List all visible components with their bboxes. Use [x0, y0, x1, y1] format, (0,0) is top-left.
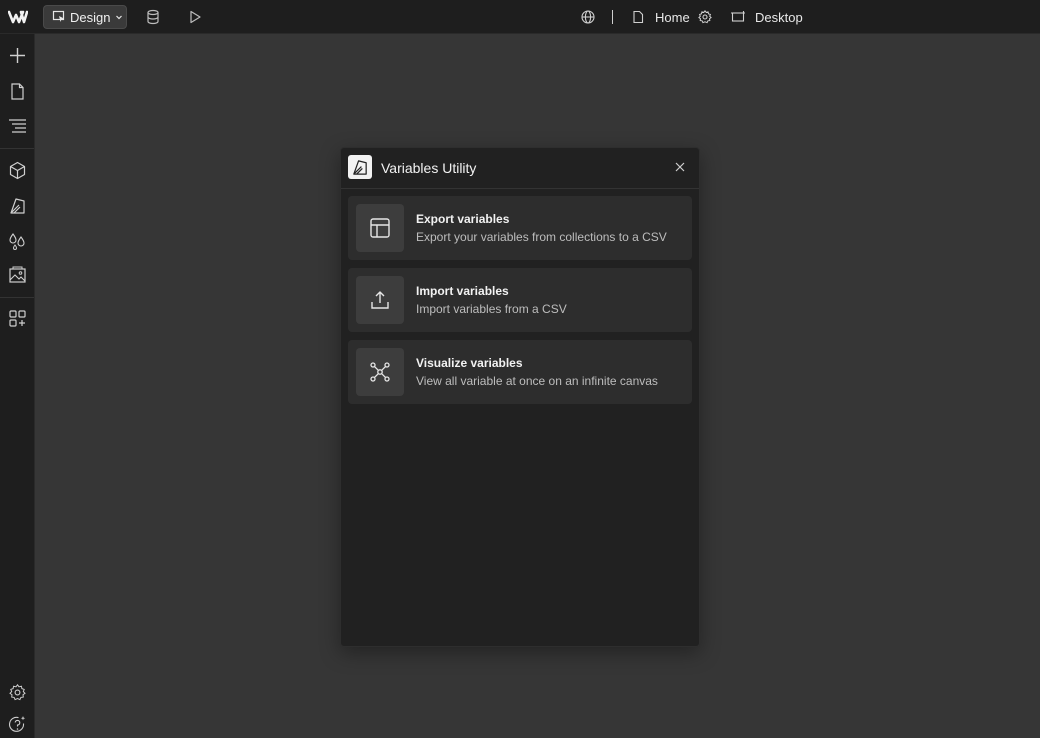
play-preview-icon[interactable] — [187, 9, 203, 25]
breakpoint-name: Desktop — [755, 9, 803, 25]
app-logo-icon — [348, 155, 372, 179]
add-elements-plus-icon[interactable] — [8, 46, 27, 65]
variables-icon[interactable] — [8, 196, 27, 215]
styles-drops-icon[interactable] — [8, 231, 27, 250]
close-icon[interactable] — [674, 161, 686, 173]
upload-icon — [356, 276, 404, 324]
page-settings-gear-icon[interactable] — [697, 9, 713, 25]
variables-utility-dialog: Variables Utility Export variables Expor… — [340, 147, 700, 647]
navigator-icon[interactable] — [8, 116, 27, 135]
card-title: Visualize variables — [416, 356, 523, 370]
database-icon[interactable] — [145, 9, 161, 25]
cursor-frame-icon — [52, 10, 65, 22]
card-description: View all variable at once on an infinite… — [416, 374, 658, 388]
card-description: Import variables from a CSV — [416, 302, 567, 316]
page-selector[interactable]: Home — [631, 0, 690, 34]
table-icon — [356, 204, 404, 252]
card-title: Export variables — [416, 212, 510, 226]
top-bar: Design Home Desktop — [0, 0, 1040, 34]
card-title: Import variables — [416, 284, 509, 298]
design-mode-button[interactable]: Design — [43, 5, 127, 29]
left-sidebar — [0, 34, 35, 738]
design-mode-label: Design — [70, 9, 111, 25]
components-cube-icon[interactable] — [8, 161, 27, 180]
card-description: Export your variables from collections t… — [416, 230, 667, 244]
apps-icon[interactable] — [8, 309, 27, 328]
dialog-title: Variables Utility — [381, 160, 477, 176]
dialog-header: Variables Utility — [341, 148, 699, 189]
pages-icon[interactable] — [8, 82, 27, 101]
page-icon — [633, 10, 644, 24]
webflow-logo-icon[interactable] — [8, 8, 28, 26]
sidebar-separator — [0, 148, 34, 149]
visualize-variables-card[interactable]: Visualize variables View all variable at… — [348, 340, 692, 404]
topbar-divider — [612, 10, 613, 24]
page-name: Home — [655, 9, 690, 25]
chevron-down-icon — [116, 15, 123, 20]
graph-icon — [356, 348, 404, 396]
sidebar-separator — [0, 297, 34, 298]
globe-icon[interactable] — [580, 9, 596, 25]
settings-gear-icon[interactable] — [8, 683, 27, 702]
assets-image-icon[interactable] — [8, 265, 27, 284]
breakpoint-selector[interactable]: Desktop — [730, 0, 803, 34]
export-variables-card[interactable]: Export variables Export your variables f… — [348, 196, 692, 260]
import-variables-card[interactable]: Import variables Import variables from a… — [348, 268, 692, 332]
desktop-breakpoint-icon — [731, 11, 745, 22]
help-icon[interactable] — [8, 715, 27, 734]
